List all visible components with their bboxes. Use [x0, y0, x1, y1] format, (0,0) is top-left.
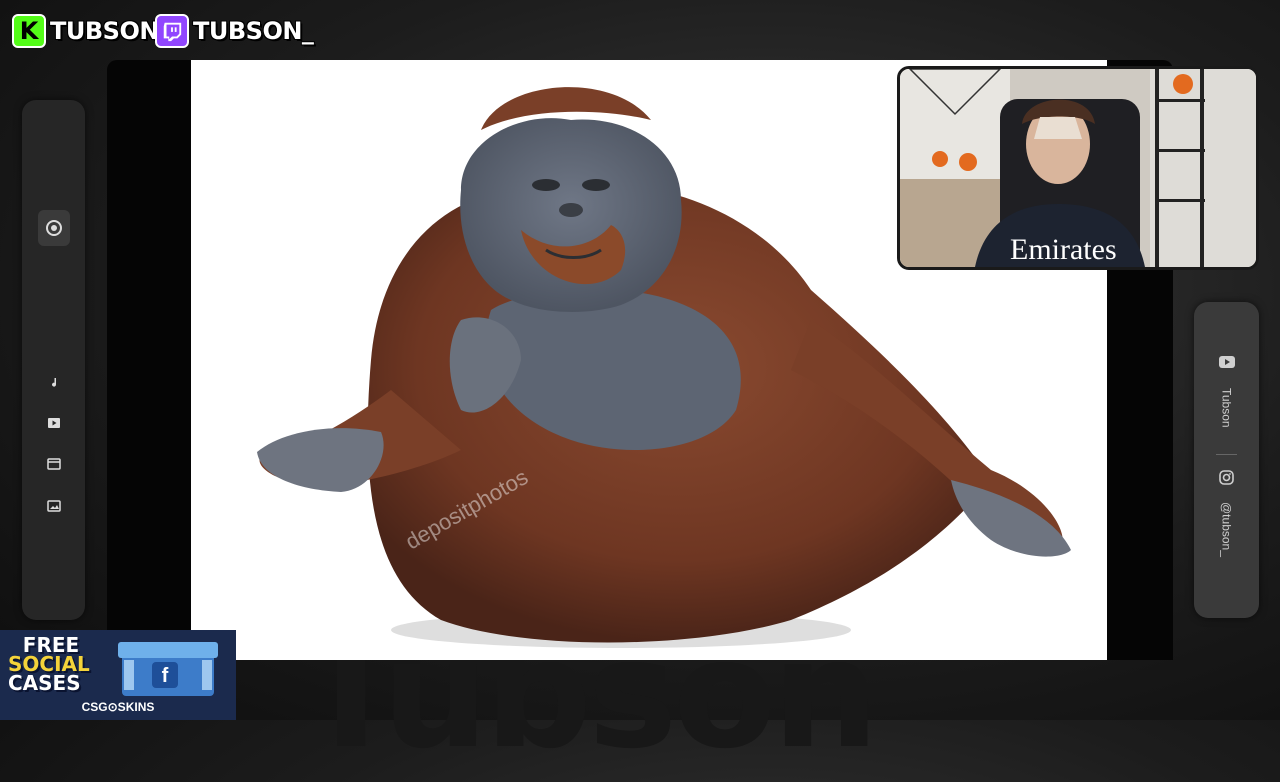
sidebar-divider	[1216, 454, 1237, 455]
twitch-channel-name: TUBSON_	[193, 17, 314, 45]
case-box-image: f	[118, 642, 218, 696]
twitch-icon	[155, 14, 189, 48]
streamer-webcam-feed: Emirates	[900, 69, 1256, 267]
twitch-channel-badge: TUBSON_	[155, 12, 314, 50]
sponsor-line-3: CASES	[8, 671, 81, 695]
music-note-icon[interactable]	[22, 370, 85, 394]
youtube-icon[interactable]	[1194, 356, 1259, 368]
sponsor-headline: FREE SOCIAL CASES	[8, 635, 94, 695]
left-sidebar	[22, 100, 85, 620]
camera-icon[interactable]	[38, 210, 70, 246]
film-icon[interactable]	[22, 452, 85, 476]
kick-channel-name: TUBSON	[50, 17, 159, 45]
right-sidebar: Tubson @tubson_	[1194, 302, 1259, 618]
instagram-handle-label[interactable]: @tubson_	[1194, 502, 1259, 557]
youtube-channel-label[interactable]: Tubson	[1194, 388, 1259, 428]
sponsor-banner[interactable]: FREE SOCIAL CASES f CSG⊙SKINS	[0, 630, 236, 720]
shirt-sponsor-text: Emirates	[1010, 233, 1117, 266]
kick-channel-badge: K TUBSON	[12, 12, 159, 50]
webcam-overlay: Emirates	[897, 66, 1259, 270]
video-play-icon[interactable]	[22, 411, 85, 435]
instagram-icon[interactable]	[1194, 470, 1259, 485]
svg-text:f: f	[162, 665, 169, 687]
image-icon[interactable]	[22, 494, 85, 518]
sponsor-brand: CSG⊙SKINS	[81, 700, 155, 714]
kick-logo-icon: K	[12, 14, 46, 48]
